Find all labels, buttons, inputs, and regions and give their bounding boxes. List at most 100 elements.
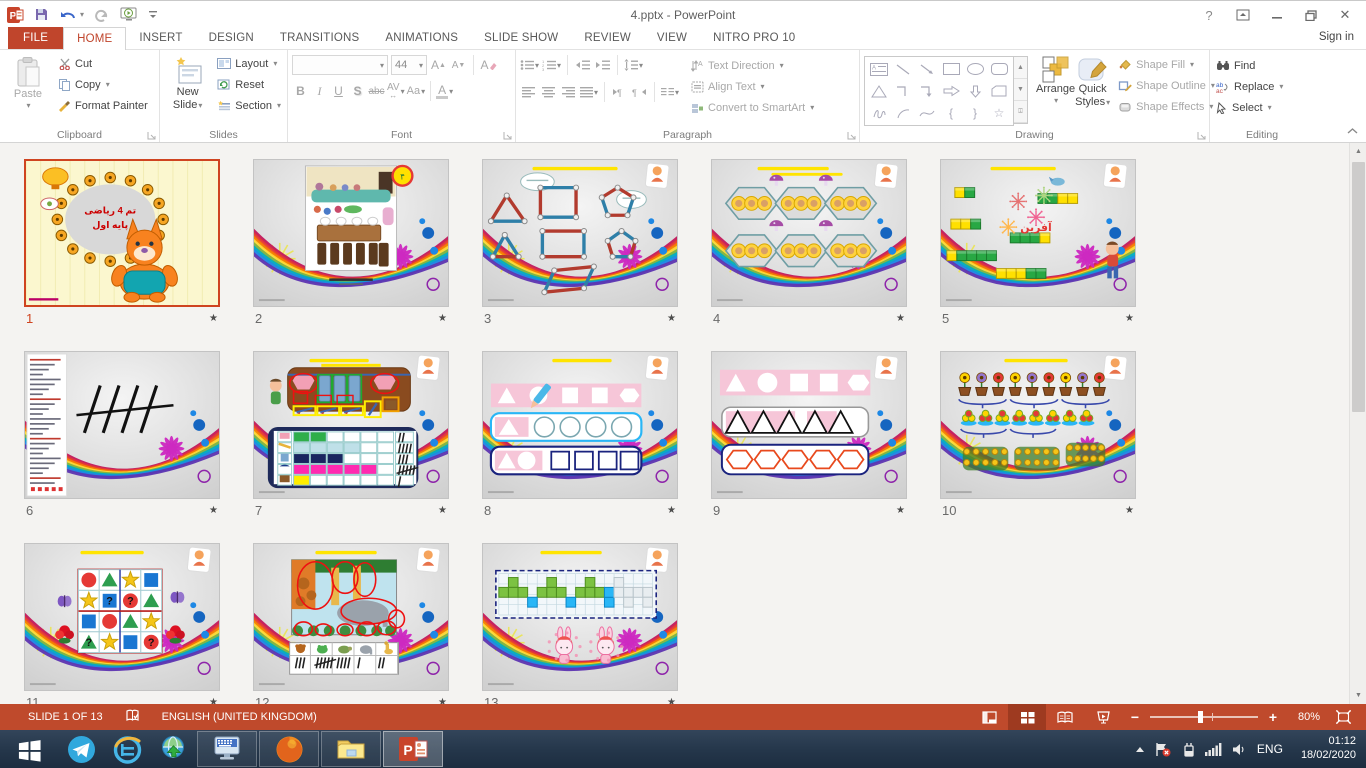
columns-button[interactable]: ▾ <box>661 83 679 102</box>
font-size-combo[interactable]: 44▾ <box>391 55 427 75</box>
paragraph-dialog-launcher[interactable] <box>847 131 856 140</box>
strikethrough-button[interactable]: abc <box>368 82 385 101</box>
ribbon-display-options-button[interactable] <box>1226 3 1260 27</box>
layout-button[interactable]: Layout▾ <box>215 53 283 74</box>
align-center-button[interactable] <box>540 83 557 102</box>
language-indicator[interactable]: ENGLISH (UNITED KINGDOM) <box>162 711 317 723</box>
bullets-button[interactable]: ▾ <box>520 56 539 75</box>
shape-elbow-icon[interactable] <box>891 80 915 102</box>
firefox-button[interactable] <box>259 731 319 767</box>
undo-button[interactable]: ▾ <box>59 8 84 22</box>
zoom-percentage[interactable]: 80% <box>1286 711 1320 723</box>
section-button[interactable]: Section▾ <box>215 95 283 116</box>
shape-right-arrow-icon[interactable] <box>939 80 963 102</box>
shapes-gallery-scroll[interactable]: ▲ ▼ ⍗ <box>1014 56 1028 124</box>
slide-thumbnail-2[interactable]: ۴ 2★ <box>253 159 449 327</box>
network-signal-icon[interactable] <box>1205 743 1222 756</box>
restore-button[interactable] <box>1294 3 1328 27</box>
scrollbar-thumb[interactable] <box>1352 162 1365 412</box>
slide-thumbnail-11[interactable]: ???? 11★ <box>24 543 220 704</box>
change-case-button[interactable]: Aa▾ <box>407 82 425 101</box>
save-button[interactable] <box>34 7 49 22</box>
shape-left-brace-icon[interactable]: { <box>939 102 963 124</box>
shape-triangle-icon[interactable] <box>867 80 891 102</box>
tab-view[interactable]: VIEW <box>644 27 700 49</box>
redo-button[interactable] <box>94 8 110 22</box>
shapes-gallery[interactable]: A { } ☆ <box>864 56 1014 126</box>
reading-view-button[interactable] <box>1046 704 1084 730</box>
line-spacing-button[interactable]: ▾ <box>624 56 643 75</box>
replace-button[interactable]: abac Replace▾ <box>1214 76 1285 97</box>
tab-home[interactable]: HOME <box>63 27 126 50</box>
tab-transitions[interactable]: TRANSITIONS <box>267 27 373 49</box>
shape-star-icon[interactable]: ☆ <box>987 102 1011 124</box>
clipboard-dialog-launcher[interactable] <box>147 131 156 140</box>
align-text-button[interactable]: Align Text▾ <box>689 76 816 97</box>
shape-rectangle-icon[interactable] <box>939 58 963 80</box>
increase-indent-button[interactable] <box>594 56 611 75</box>
collapse-ribbon-icon[interactable] <box>1347 127 1358 138</box>
idm-icon[interactable] <box>150 730 196 768</box>
on-screen-keyboard-button[interactable] <box>197 731 257 767</box>
shape-rounded-rectangle-icon[interactable] <box>987 58 1011 80</box>
tab-animations[interactable]: ANIMATIONS <box>372 27 471 49</box>
powerpoint-taskbar-button[interactable]: P <box>383 731 443 767</box>
sign-in-link[interactable]: Sign in <box>1319 31 1354 43</box>
taskbar-clock[interactable]: 01:12 18/02/2020 <box>1293 735 1356 763</box>
character-spacing-button[interactable]: AV↔▾ <box>387 82 405 101</box>
scroll-down-icon[interactable]: ▼ <box>1350 687 1366 704</box>
shape-right-brace-icon[interactable]: } <box>963 102 987 124</box>
customize-qat-dropdown[interactable] <box>148 9 158 21</box>
increase-font-size-button[interactable]: A▲ <box>430 56 447 75</box>
scroll-up-icon[interactable]: ▲ <box>1350 143 1366 160</box>
tab-nitro[interactable]: NITRO PRO 10 <box>700 27 808 49</box>
slide-thumbnail-5[interactable]: آفرین 5★ <box>940 159 1136 327</box>
gallery-more-icon[interactable]: ⍗ <box>1014 101 1027 123</box>
rtl-text-button[interactable]: ¶ <box>631 83 648 102</box>
normal-view-button[interactable] <box>970 704 1008 730</box>
slide-counter[interactable]: SLIDE 1 OF 13 <box>28 711 103 723</box>
shape-down-arrow-icon[interactable] <box>963 80 987 102</box>
slide-thumbnail-8[interactable]: 8★ <box>482 351 678 519</box>
shape-arrow-icon[interactable] <box>915 58 939 80</box>
text-direction-button[interactable]: A Text Direction▾ <box>689 55 816 76</box>
slide-thumbnail-7[interactable]: 7★ <box>253 351 449 519</box>
close-button[interactable]: ✕ <box>1328 3 1362 27</box>
text-shadow-button[interactable]: S <box>349 82 366 101</box>
start-from-beginning-button[interactable] <box>120 7 138 22</box>
slide-thumbnail-3[interactable]: 3★ <box>482 159 678 327</box>
input-language-indicator[interactable]: ENG <box>1257 742 1283 756</box>
slide-thumbnail-6[interactable]: 6★ <box>24 351 220 519</box>
bold-button[interactable]: B <box>292 82 309 101</box>
slide-thumbnail-13[interactable]: 13★ <box>482 543 678 704</box>
slideshow-view-button[interactable] <box>1084 704 1122 730</box>
font-dialog-launcher[interactable] <box>503 131 512 140</box>
numbering-button[interactable]: 123▾ <box>542 56 561 75</box>
shape-oval-icon[interactable] <box>963 58 987 80</box>
shape-textbox-icon[interactable]: A <box>867 58 891 80</box>
align-left-button[interactable] <box>520 83 537 102</box>
shape-line-icon[interactable] <box>891 58 915 80</box>
format-painter-button[interactable]: Format Painter <box>56 95 150 116</box>
cut-button[interactable]: Cut <box>56 53 150 74</box>
vertical-scrollbar[interactable]: ▲ ▼ <box>1349 143 1366 704</box>
slide-thumbnail-4[interactable]: 4★ <box>711 159 907 327</box>
decrease-font-size-button[interactable]: A▼ <box>450 56 467 75</box>
zoom-slider[interactable] <box>1150 716 1258 718</box>
zoom-slider-handle[interactable] <box>1198 711 1203 723</box>
justify-button[interactable]: ▾ <box>580 83 598 102</box>
italic-button[interactable]: I <box>311 82 328 101</box>
slide-thumbnail-10[interactable]: 10★ <box>940 351 1136 519</box>
spellcheck-icon[interactable] <box>125 709 140 726</box>
internet-explorer-icon[interactable] <box>104 730 150 768</box>
quick-styles-button[interactable]: Quick Styles▾ <box>1075 53 1110 108</box>
file-explorer-button[interactable] <box>321 731 381 767</box>
gallery-scroll-down-icon[interactable]: ▼ <box>1014 79 1027 101</box>
ltr-text-button[interactable]: ¶ <box>611 83 628 102</box>
font-color-button[interactable]: A▾ <box>436 82 453 101</box>
action-center-icon[interactable] <box>1155 742 1171 757</box>
zoom-in-button[interactable]: + <box>1266 709 1280 725</box>
volume-icon[interactable] <box>1232 743 1247 756</box>
find-button[interactable]: Find <box>1214 55 1285 76</box>
power-battery-icon[interactable] <box>1181 742 1195 757</box>
